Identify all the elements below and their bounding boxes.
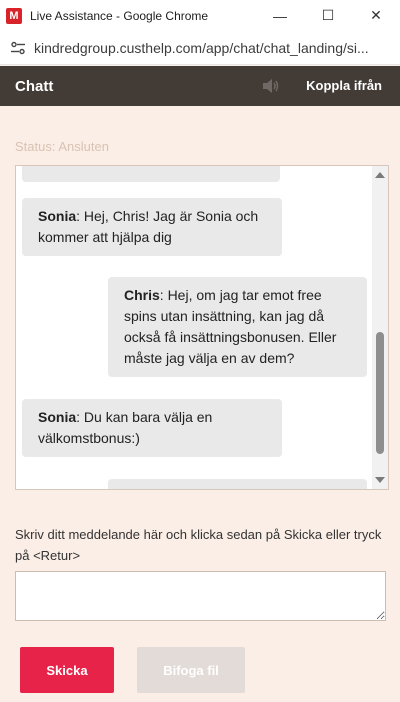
message-author: Sonia (38, 208, 77, 224)
input-instructions: Skriv ditt meddelande här och klicka sed… (15, 527, 382, 563)
message-bubble-partial (108, 479, 367, 489)
message-author: Sonia (38, 409, 77, 425)
minimize-button[interactable]: — (256, 0, 304, 31)
maximize-button[interactable]: ☐ (304, 0, 352, 31)
message-user: Chris: Hej, om jag tar emot free spins u… (108, 277, 367, 377)
message-agent: Sonia: Du kan bara välja en välkomstbonu… (22, 399, 282, 457)
message-bubble-partial (22, 166, 280, 182)
chat-header: Chatt Koppla ifrån (0, 66, 400, 106)
message-agent: Sonia: Hej, Chris! Jag är Sonia och komm… (22, 198, 282, 256)
address-bar: kindredgroup.custhelp.com/app/chat/chat_… (0, 31, 400, 65)
window-title: Live Assistance - Google Chrome (30, 8, 209, 23)
attach-file-button[interactable]: Bifoga fil (137, 647, 245, 693)
site-settings-icon[interactable] (8, 38, 28, 58)
scroll-thumb[interactable] (376, 332, 384, 454)
close-button[interactable]: ✕ (352, 0, 400, 31)
connection-status: Status: Ansluten (15, 139, 109, 154)
disconnect-button[interactable]: Koppla ifrån (306, 78, 382, 93)
window-controls: — ☐ ✕ (256, 0, 400, 31)
url-field[interactable]: kindredgroup.custhelp.com/app/chat/chat_… (34, 40, 394, 56)
window-titlebar: M Live Assistance - Google Chrome — ☐ ✕ (0, 0, 400, 31)
message-input[interactable] (15, 571, 386, 621)
scroll-down-icon[interactable] (375, 477, 385, 483)
app-icon: M (6, 7, 22, 24)
speaker-icon[interactable] (262, 78, 280, 94)
scroll-up-icon[interactable] (375, 172, 385, 178)
message-author: Chris (124, 287, 160, 303)
transcript-scrollbar[interactable] (372, 166, 388, 489)
chat-transcript[interactable]: Sonia: Hej, Chris! Jag är Sonia och komm… (15, 165, 389, 490)
chat-title: Chatt (15, 77, 54, 95)
send-button[interactable]: Skicka (20, 647, 114, 693)
